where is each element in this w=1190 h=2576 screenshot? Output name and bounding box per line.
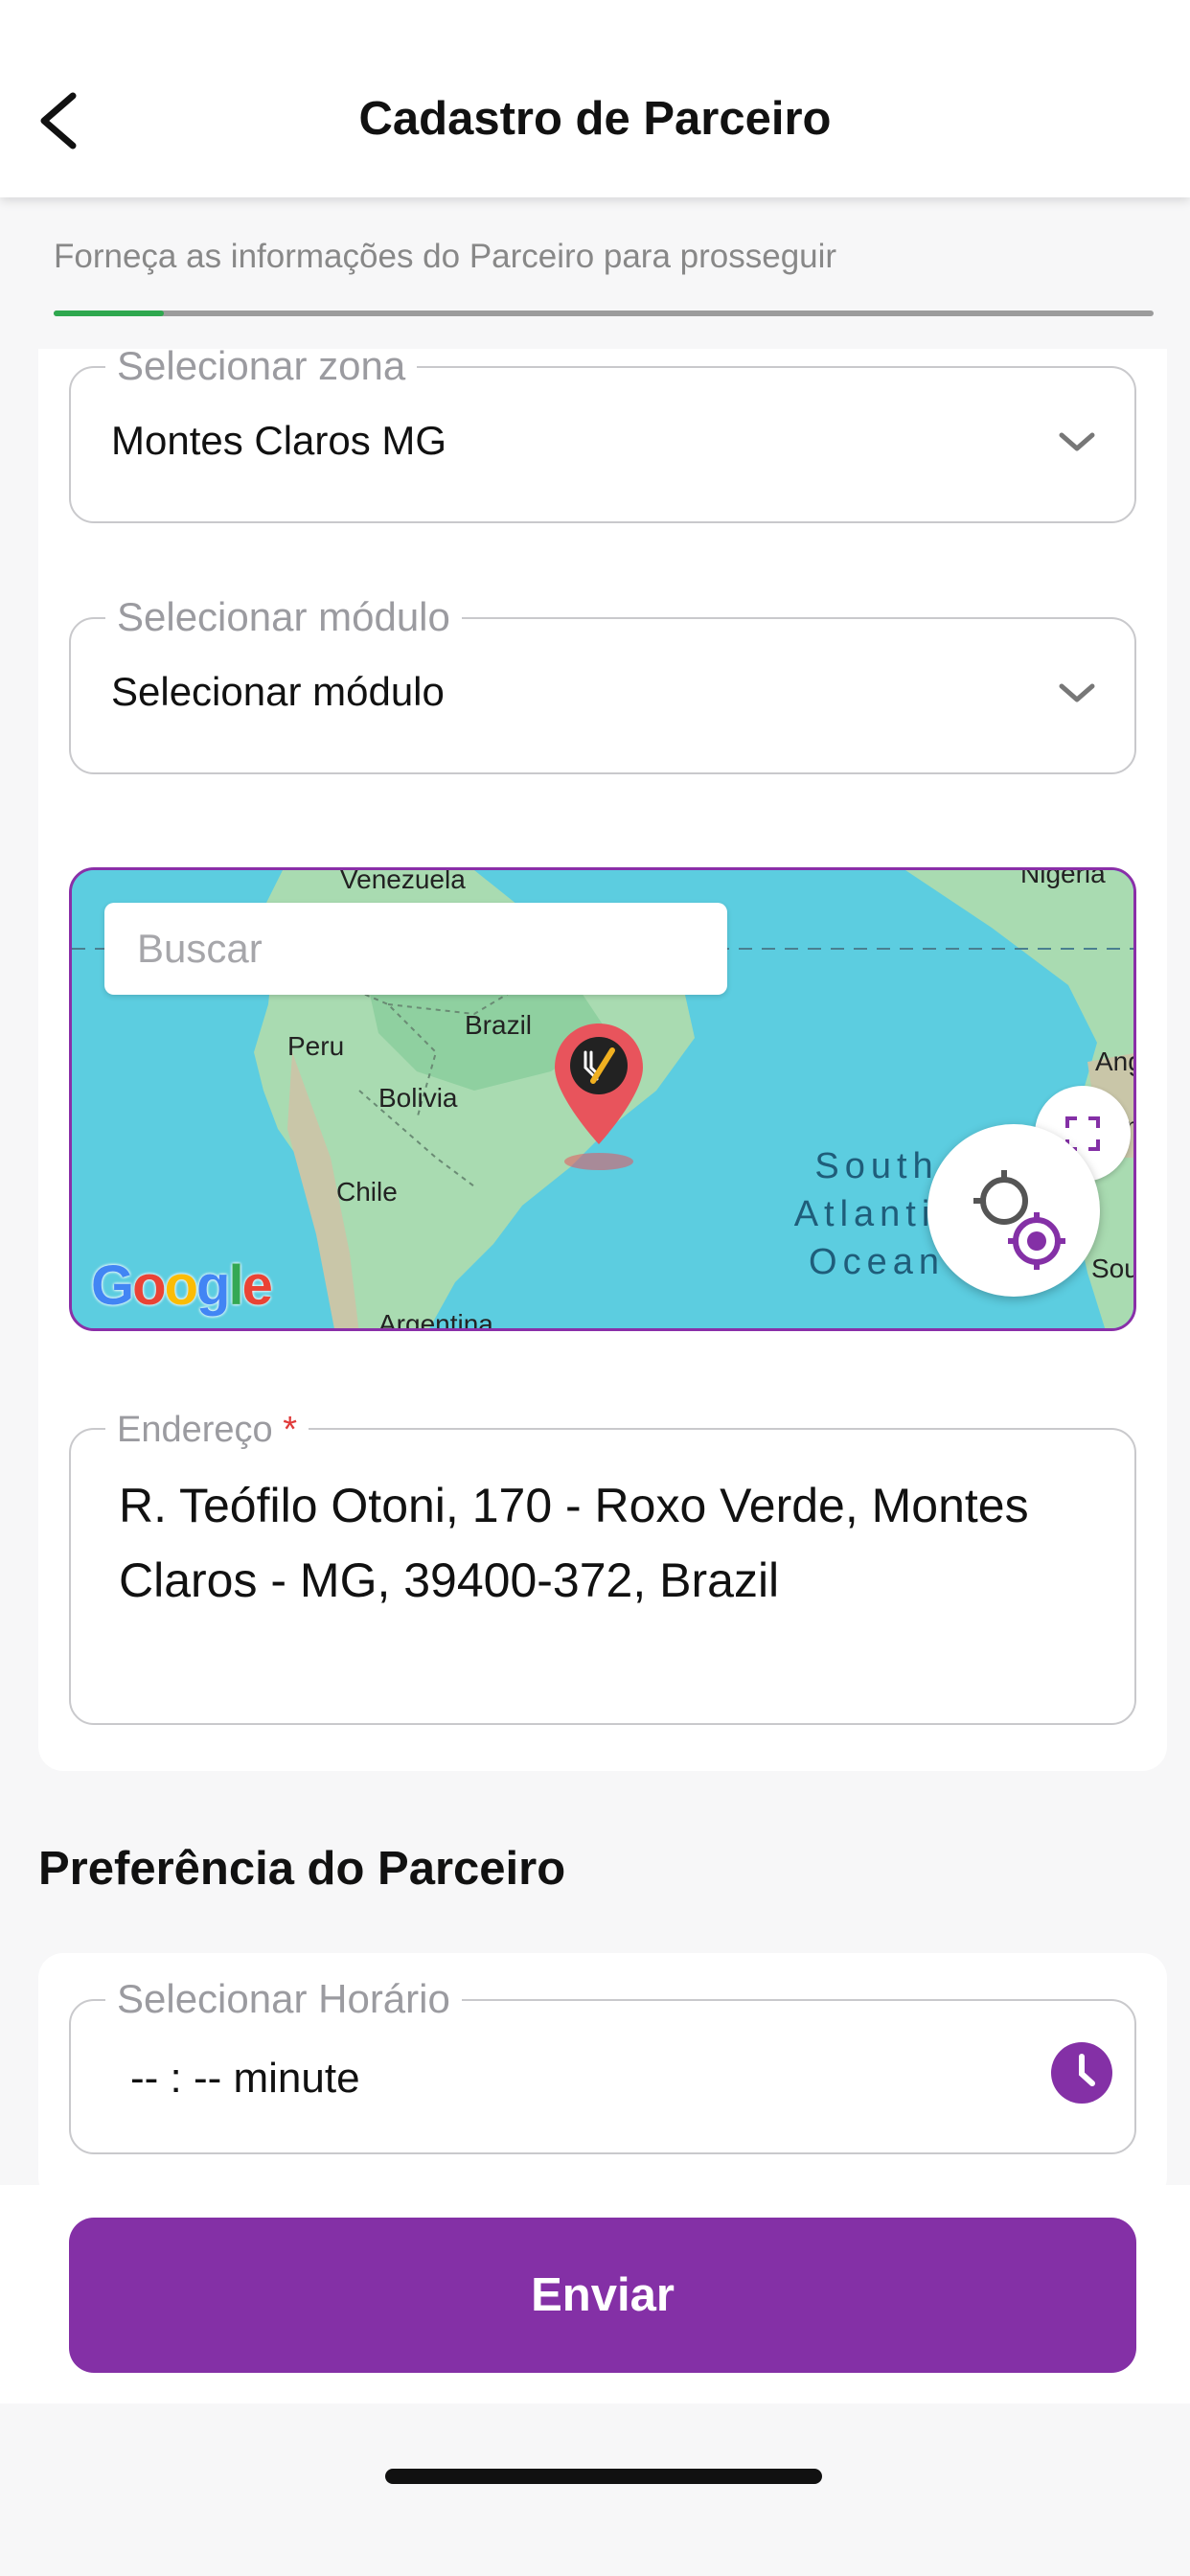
map-label-nigeria: Nigeria bbox=[1020, 867, 1106, 888]
google-logo: Google bbox=[91, 1254, 273, 1317]
time-select-label: Selecionar Horário bbox=[105, 1974, 462, 2024]
progress-description: Forneça as informações do Parceiro para … bbox=[54, 238, 837, 275]
address-field[interactable]: Endereço * R. Teófilo Otoni, 170 - Roxo … bbox=[69, 1405, 1136, 1725]
module-select-value: Selecionar módulo bbox=[111, 669, 445, 714]
chevron-down-icon bbox=[1059, 683, 1095, 702]
address-value[interactable]: R. Teófilo Otoni, 170 - Roxo Verde, Mont… bbox=[119, 1468, 1077, 1618]
submit-button[interactable]: Enviar bbox=[69, 2218, 1136, 2373]
section-title-preferences: Preferência do Parceiro bbox=[38, 1843, 566, 1895]
map-label-venezuela: Venezuela bbox=[340, 867, 466, 894]
restaurant-pin-icon bbox=[555, 1024, 643, 1170]
current-location-button[interactable] bbox=[927, 1124, 1100, 1297]
progress-section: Forneça as informações do Parceiro para … bbox=[0, 197, 1190, 349]
location-map[interactable]: Venezuela Nigeria Peru Brazil Bolivia Ch… bbox=[69, 867, 1136, 1331]
progress-bar bbox=[54, 310, 1154, 316]
map-label-chile: Chile bbox=[336, 1177, 398, 1207]
zone-select-value: Montes Claros MG bbox=[111, 418, 447, 463]
clock-icon bbox=[1051, 2042, 1112, 2104]
map-label-peru: Peru bbox=[287, 1031, 345, 1061]
required-marker: * bbox=[283, 1410, 298, 1450]
chevron-down-icon bbox=[1059, 432, 1095, 451]
page-title: Cadastro de Parceiro bbox=[358, 93, 832, 145]
address-label: Endereço * bbox=[105, 1405, 309, 1455]
footer-bar: Enviar bbox=[0, 2185, 1190, 2404]
time-select-value: -- : -- minute bbox=[130, 2055, 360, 2102]
time-select[interactable]: Selecionar Horário -- : -- minute bbox=[69, 1974, 1136, 2154]
home-indicator bbox=[385, 2469, 822, 2484]
progress-bar-fill bbox=[54, 310, 164, 316]
app-header: Cadastro de Parceiro bbox=[0, 0, 1190, 197]
map-label-angola: Ang bbox=[1095, 1046, 1133, 1076]
module-select-label: Selecionar módulo bbox=[105, 592, 462, 642]
module-select[interactable]: Selecionar módulo Selecionar módulo bbox=[69, 592, 1136, 774]
map-label-bolivia: Bolivia bbox=[378, 1083, 458, 1113]
location-target-icon bbox=[973, 1170, 1065, 1270]
map-search-input[interactable]: Buscar bbox=[104, 903, 727, 995]
zone-select[interactable]: Selecionar zona Montes Claros MG bbox=[69, 341, 1136, 523]
map-label-argentina: Argentina bbox=[378, 1309, 493, 1331]
map-label-brazil: Brazil bbox=[465, 1010, 533, 1040]
